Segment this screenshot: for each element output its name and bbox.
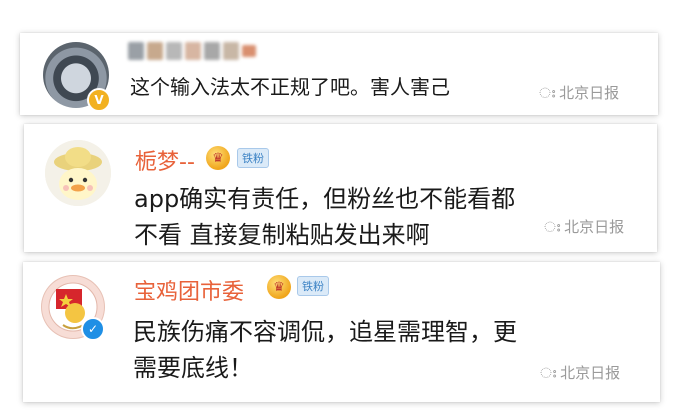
wechat-bubble-icon: ഃ xyxy=(539,83,556,102)
comment-card: 栀梦-- ♛ 铁粉 app确实有责任，但粉丝也不能看都 不看 直接复制粘贴发出来… xyxy=(24,124,657,252)
watermark-label: 北京日报 xyxy=(559,84,620,102)
comment-card: ✓ 宝鸡团市委 ♛ 铁粉 民族伤痛不容调侃，追星需理智，更 需要底线！ ഃ 北京… xyxy=(23,262,660,402)
crown-level-icon: ♛ xyxy=(267,275,291,299)
watermark: ഃ 北京日报 xyxy=(539,82,619,103)
verified-blue-icon: ✓ xyxy=(81,317,105,341)
username[interactable]: 宝鸡团市委 xyxy=(134,274,244,306)
fan-badge: 铁粉 xyxy=(237,148,269,168)
fan-badge: 铁粉 xyxy=(297,276,329,296)
watermark: ഃ 北京日报 xyxy=(540,362,620,383)
duck-avatar-icon xyxy=(45,140,111,206)
comment-card: V 这个输入法太不正规了吧。害人害己 ഃ 北京日报 xyxy=(20,33,658,115)
verified-gold-icon: V xyxy=(87,88,111,112)
wechat-bubble-icon: ഃ xyxy=(544,217,561,236)
comment-text: 这个输入法太不正规了吧。害人害己 xyxy=(130,75,450,99)
watermark-label: 北京日报 xyxy=(564,218,625,236)
watermark-label: 北京日报 xyxy=(560,364,621,382)
comment-line: 民族伤痛不容调侃，追星需理智，更 xyxy=(133,318,517,346)
watermark: ഃ 北京日报 xyxy=(544,216,624,237)
comment-line: app确实有责任，但粉丝也不能看都 xyxy=(134,185,516,213)
crown-level-icon: ♛ xyxy=(206,146,230,170)
username[interactable]: 栀梦-- xyxy=(135,144,195,176)
wechat-bubble-icon: ഃ xyxy=(540,363,557,382)
blurred-username xyxy=(128,42,256,60)
avatar[interactable] xyxy=(45,140,111,206)
